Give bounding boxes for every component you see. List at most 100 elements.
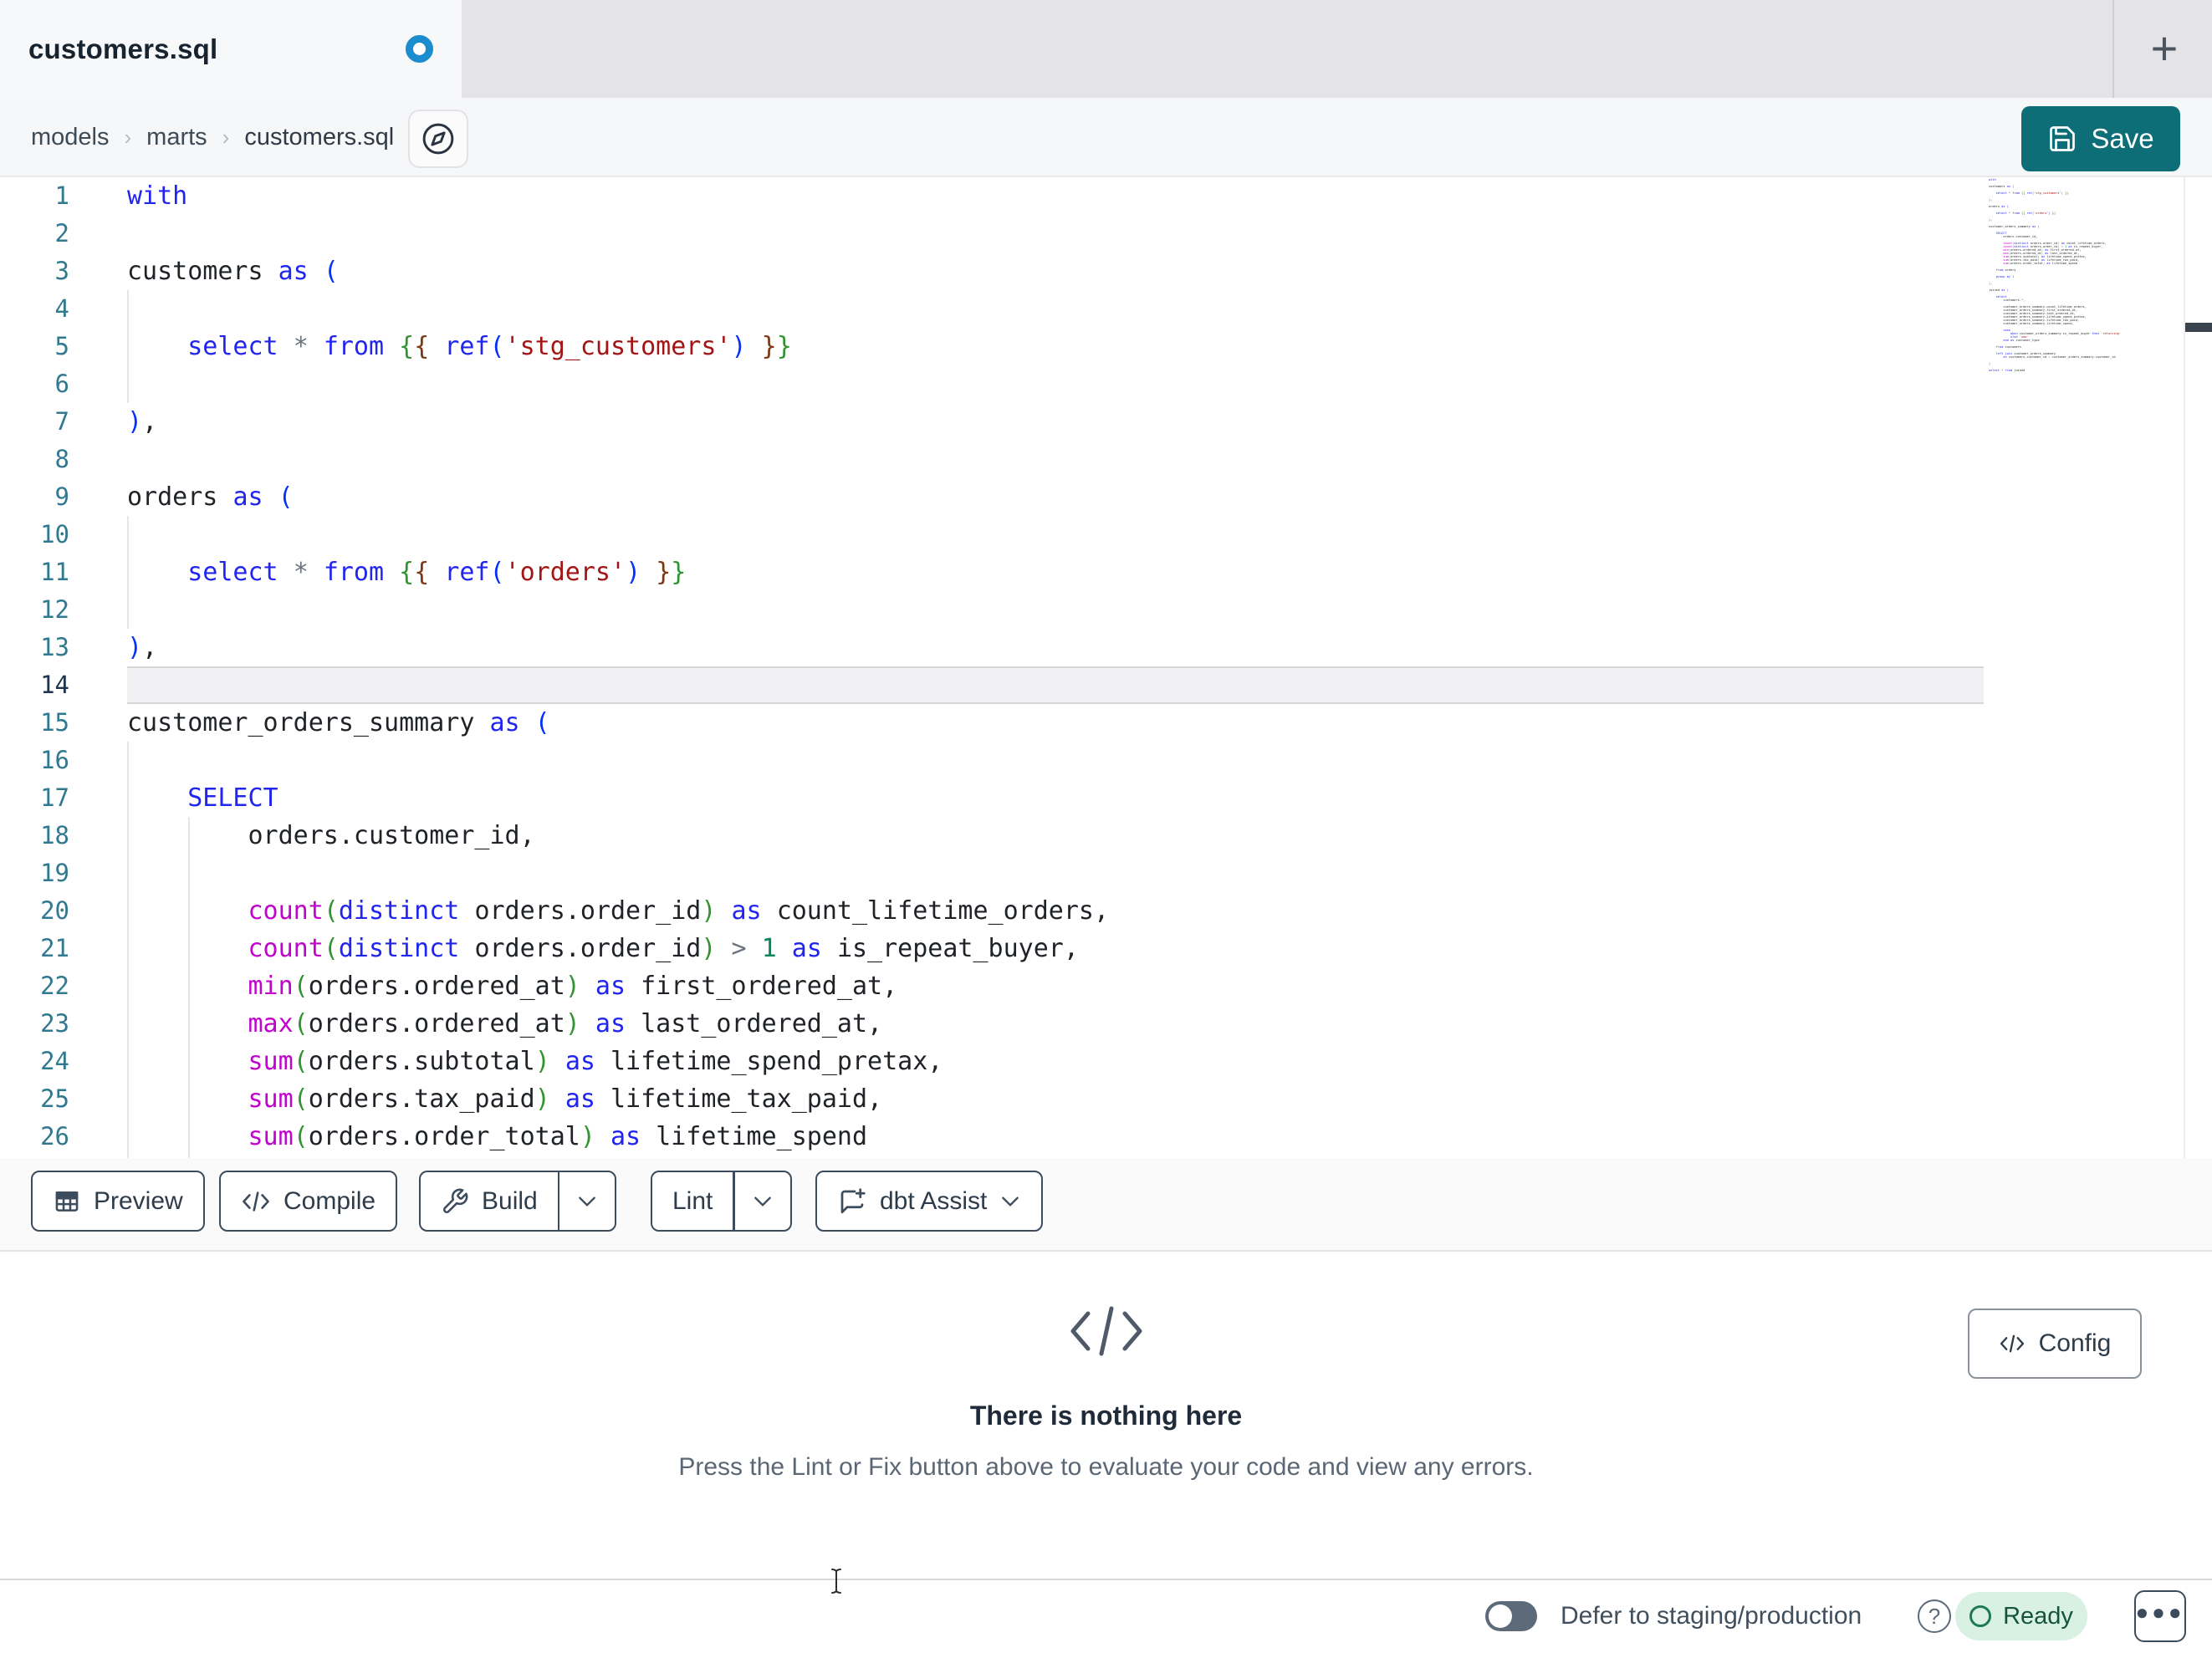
text-cursor-pointer <box>827 1567 845 1595</box>
chevron-right-icon: › <box>222 125 230 150</box>
code-line: ), <box>127 633 158 662</box>
line-number[interactable]: 1 <box>0 177 109 215</box>
lint-button-label: Lint <box>672 1186 713 1215</box>
line-number[interactable]: 6 <box>0 365 109 403</box>
line-number[interactable]: 20 <box>0 892 109 930</box>
status-badge: Ready <box>1955 1592 2087 1640</box>
dbt-assist-button-label: dbt Assist <box>880 1186 988 1215</box>
table-icon <box>53 1187 81 1216</box>
line-number[interactable]: 22 <box>0 967 109 1005</box>
lint-dropdown-button[interactable] <box>735 1172 790 1230</box>
code-icon <box>241 1189 271 1214</box>
build-button[interactable]: Build <box>419 1171 617 1232</box>
ellipsis-icon: ●●● <box>2135 1599 2185 1625</box>
code-line: max(orders.ordered_at) as last_ordered_a… <box>248 1009 883 1038</box>
bottom-toolbar: Preview Compile Build Lint dbt Assist <box>0 1158 2212 1252</box>
line-number[interactable]: 2 <box>0 215 109 253</box>
status-bar: Defer to staging/production ? Ready ●●● <box>0 1579 2212 1653</box>
line-number[interactable]: 15 <box>0 704 109 742</box>
code-line: sum(orders.order_total) as lifetime_spen… <box>248 1122 868 1151</box>
line-number[interactable]: 18 <box>0 817 109 855</box>
assist-chat-icon <box>837 1186 867 1217</box>
line-number[interactable]: 17 <box>0 779 109 817</box>
empty-state-subtitle: Press the Lint or Fix button above to ev… <box>678 1453 1534 1481</box>
code-line: count(distinct orders.order_id) > 1 as i… <box>248 934 1079 963</box>
line-number[interactable]: 21 <box>0 930 109 967</box>
empty-state-title: There is nothing here <box>969 1400 1243 1431</box>
breadcrumb-item-marts[interactable]: marts <box>146 124 207 151</box>
code-line: select * from {{ ref('orders') }} <box>187 558 687 587</box>
line-number[interactable]: 7 <box>0 403 109 441</box>
wrench-icon <box>441 1187 469 1216</box>
line-number[interactable]: 26 <box>0 1118 109 1156</box>
defer-toggle[interactable] <box>1485 1601 1537 1631</box>
build-button-label: Build <box>482 1186 538 1215</box>
status-badge-label: Ready <box>2003 1602 2073 1630</box>
line-number[interactable]: 24 <box>0 1043 109 1080</box>
new-tab-button[interactable]: + <box>2134 18 2194 79</box>
file-tab-customers-sql[interactable]: customers.sql <box>0 0 462 98</box>
breadcrumb-bar: models › marts › customers.sql Save <box>0 98 2212 177</box>
preview-button[interactable]: Preview <box>31 1171 205 1232</box>
status-circle-icon <box>1969 1605 1992 1627</box>
line-number[interactable]: 3 <box>0 253 109 290</box>
line-number[interactable]: 25 <box>0 1080 109 1118</box>
chevron-down-icon <box>752 1195 774 1208</box>
line-number[interactable]: 19 <box>0 855 109 892</box>
compile-button[interactable]: Compile <box>219 1171 398 1232</box>
empty-state: There is nothing here Press the Lint or … <box>0 1302 2212 1482</box>
lineage-compass-button[interactable] <box>408 110 468 168</box>
line-number[interactable]: 13 <box>0 629 109 666</box>
code-line: orders as ( <box>127 482 294 512</box>
chevron-down-icon <box>576 1195 598 1208</box>
code-line: min(orders.ordered_at) as first_ordered_… <box>248 972 898 1001</box>
minimap[interactable]: with customers as ( select * from {{ ref(… <box>1989 178 2183 372</box>
line-number[interactable]: 4 <box>0 290 109 328</box>
code-line: count(distinct orders.order_id) as count… <box>248 896 1110 926</box>
defer-label: Defer to staging/production <box>1561 1602 1862 1630</box>
code-quality-panel: There is nothing here Press the Lint or … <box>0 1252 2212 1579</box>
breadcrumb-item-file[interactable]: customers.sql <box>244 124 394 151</box>
code-editor[interactable]: 1 2 3 4 5 6 7 8 9 10 11 12 13 14 15 16 17 18 19 20 21 22 23 24 2… <box>0 177 2212 1158</box>
dbt-assist-button[interactable]: dbt Assist <box>815 1171 1044 1232</box>
save-button[interactable]: Save <box>2021 106 2180 171</box>
dbt-ide-window: customers.sql + models › marts › custome… <box>0 0 2212 1653</box>
build-dropdown-button[interactable] <box>559 1172 615 1230</box>
line-number[interactable]: 10 <box>0 516 109 554</box>
line-number[interactable]: 14 <box>0 666 109 704</box>
line-number-gutter: 1 2 3 4 5 6 7 8 9 10 11 12 13 14 15 16 17 18 19 20 21 22 23 24 2… <box>0 177 109 1156</box>
floppy-disk-icon <box>2047 124 2077 154</box>
line-number[interactable]: 5 <box>0 328 109 365</box>
scrollbar-thumb[interactable] <box>2185 323 2212 332</box>
line-number[interactable]: 16 <box>0 742 109 779</box>
chevron-down-icon <box>999 1195 1021 1208</box>
line-number[interactable]: 8 <box>0 441 109 478</box>
code-line: orders.customer_id, <box>248 821 535 850</box>
line-number[interactable]: 11 <box>0 554 109 591</box>
code-line: select * from {{ ref('stg_customers') }} <box>187 332 792 361</box>
code-lines[interactable]: with customers as ( select * from {{ ref(… <box>127 177 1984 1156</box>
code-line: SELECT <box>187 783 278 813</box>
minimap-line: select * from joined <box>1989 369 2026 372</box>
line-number[interactable]: 9 <box>0 478 109 516</box>
line-number[interactable]: 12 <box>0 591 109 629</box>
more-options-button[interactable]: ●●● <box>2134 1590 2186 1642</box>
lint-button[interactable]: Lint <box>651 1171 792 1232</box>
compile-button-label: Compile <box>284 1186 376 1215</box>
breadcrumb-item-models[interactable]: models <box>31 124 110 151</box>
config-button[interactable]: Config <box>1968 1309 2142 1379</box>
compass-icon <box>420 120 457 157</box>
line-number[interactable]: 23 <box>0 1005 109 1043</box>
toggle-knob <box>1489 1605 1512 1628</box>
code-line: ), <box>127 407 158 436</box>
code-line: sum(orders.subtotal) as lifetime_spend_p… <box>248 1047 943 1076</box>
preview-button-label: Preview <box>94 1186 183 1215</box>
help-icon[interactable]: ? <box>1918 1599 1951 1633</box>
